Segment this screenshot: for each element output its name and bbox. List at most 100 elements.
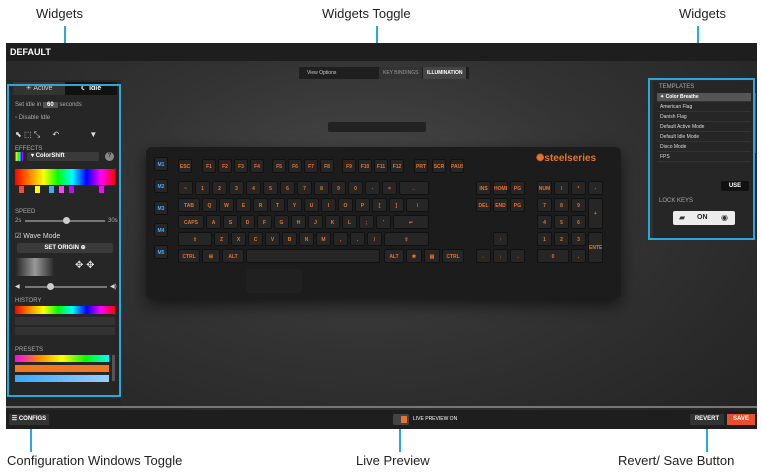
keyboard-key[interactable]: F8 bbox=[320, 159, 334, 173]
keyboard-key[interactable]: L bbox=[342, 215, 357, 229]
keyboard-key[interactable]: M3 bbox=[154, 201, 168, 215]
keyboard-key[interactable]: P bbox=[355, 198, 370, 212]
keyboard-key[interactable]: ⇧ bbox=[178, 232, 212, 246]
keyboard-key[interactable]: HOME bbox=[493, 181, 508, 195]
keyboard-key[interactable]: M1 bbox=[154, 157, 168, 171]
keyboard-key[interactable]: END bbox=[493, 198, 508, 212]
tab-key-bindings[interactable]: KEY BINDINGS bbox=[379, 67, 423, 79]
keyboard-key[interactable]: ✱ bbox=[406, 249, 422, 263]
arrow-key[interactable]: ↑ bbox=[493, 232, 508, 246]
keyboard-key[interactable]: ← bbox=[399, 181, 429, 195]
keyboard-key[interactable]: [ bbox=[372, 198, 387, 212]
keyboard-key[interactable]: * bbox=[571, 181, 586, 195]
keyboard-key[interactable]: F bbox=[257, 215, 272, 229]
keyboard-key[interactable]: X bbox=[231, 232, 246, 246]
keyboard-key[interactable]: H bbox=[291, 215, 306, 229]
keyboard-key[interactable]: F5 bbox=[272, 159, 286, 173]
keyboard-key[interactable]: F11 bbox=[374, 159, 388, 173]
keyboard-key[interactable]: NUM LOCK bbox=[537, 181, 552, 195]
live-preview-toggle[interactable] bbox=[393, 414, 409, 425]
keyboard-key[interactable]: TAB bbox=[178, 198, 200, 212]
keyboard-key[interactable]: M4 bbox=[154, 223, 168, 237]
keyboard-key[interactable]: O bbox=[338, 198, 353, 212]
keyboard-key[interactable]: W bbox=[219, 198, 234, 212]
keyboard-key[interactable]: 5 bbox=[263, 181, 278, 195]
keyboard-key[interactable]: PAUSE bbox=[450, 159, 464, 173]
keyboard-key[interactable]: PG UP bbox=[510, 181, 525, 195]
keyboard-key[interactable]: 9 bbox=[331, 181, 346, 195]
keyboard-key[interactable]: D bbox=[240, 215, 255, 229]
keyboard-key[interactable]: 9 bbox=[571, 198, 586, 212]
keyboard-key[interactable]: 5 bbox=[554, 215, 569, 229]
keyboard-key[interactable]: 3 bbox=[229, 181, 244, 195]
keyboard-key[interactable]: ALT bbox=[384, 249, 404, 263]
keyboard-key[interactable]: A bbox=[206, 215, 221, 229]
keyboard-key[interactable]: T bbox=[270, 198, 285, 212]
keyboard-key[interactable]: 6 bbox=[280, 181, 295, 195]
arrow-key[interactable]: ← bbox=[476, 249, 491, 263]
keyboard-key[interactable]: F12 bbox=[390, 159, 404, 173]
keyboard-key[interactable]: F3 bbox=[234, 159, 248, 173]
keyboard-key[interactable]: PG DN bbox=[510, 198, 525, 212]
keyboard-key[interactable]: J bbox=[308, 215, 323, 229]
keyboard-key[interactable]: 8 bbox=[554, 198, 569, 212]
revert-button[interactable]: REVERT bbox=[690, 414, 724, 425]
keyboard-key[interactable]: ESC bbox=[178, 159, 192, 173]
keyboard-key[interactable]: CAPS bbox=[178, 215, 204, 229]
keyboard-key[interactable]: ALT bbox=[222, 249, 244, 263]
keyboard-key[interactable]: V bbox=[265, 232, 280, 246]
keyboard-key[interactable]: 0 bbox=[537, 249, 569, 263]
keyboard-key[interactable]: ' bbox=[376, 215, 391, 229]
keyboard-key[interactable]: 6 bbox=[571, 215, 586, 229]
keyboard-key[interactable]: 2 bbox=[554, 232, 569, 246]
keyboard-key[interactable]: ↵ bbox=[393, 215, 429, 229]
keyboard-key[interactable]: 0 bbox=[348, 181, 363, 195]
keyboard-key[interactable]: - bbox=[365, 181, 380, 195]
keyboard-key[interactable]: M bbox=[316, 232, 331, 246]
keyboard-key[interactable]: 2 bbox=[212, 181, 227, 195]
keyboard-key[interactable]: PRT SCR bbox=[414, 159, 428, 173]
keyboard-key[interactable]: ⇧ bbox=[384, 232, 429, 246]
keyboard-key[interactable]: 3 bbox=[571, 232, 586, 246]
keyboard-key[interactable]: ; bbox=[359, 215, 374, 229]
keyboard-key[interactable]: F1 bbox=[202, 159, 216, 173]
keyboard-key[interactable]: S bbox=[223, 215, 238, 229]
keyboard-key[interactable]: 1 bbox=[195, 181, 210, 195]
keyboard-key[interactable]: F9 bbox=[342, 159, 356, 173]
keyboard-key[interactable]: M5 bbox=[154, 245, 168, 259]
keyboard-key[interactable]: N bbox=[299, 232, 314, 246]
keyboard-key[interactable]: Z bbox=[214, 232, 229, 246]
keyboard-key[interactable]: K bbox=[325, 215, 340, 229]
keyboard-key[interactable]: 4 bbox=[246, 181, 261, 195]
keyboard-key[interactable]: DEL bbox=[476, 198, 491, 212]
keyboard-key[interactable]: F10 bbox=[358, 159, 372, 173]
keyboard-key[interactable]: I bbox=[321, 198, 336, 212]
keyboard-key[interactable]: - bbox=[588, 181, 603, 195]
keyboard-key[interactable]: F4 bbox=[250, 159, 264, 173]
spacebar-key[interactable] bbox=[246, 249, 380, 263]
keyboard-key[interactable]: G bbox=[274, 215, 289, 229]
keyboard-key[interactable]: M2 bbox=[154, 179, 168, 193]
arrow-key[interactable]: ↓ bbox=[493, 249, 508, 263]
keyboard-key[interactable]: Y bbox=[287, 198, 302, 212]
keyboard-key[interactable]: / bbox=[367, 232, 382, 246]
keyboard-key[interactable]: INS bbox=[476, 181, 491, 195]
keyboard-key[interactable]: SCR LOCK bbox=[432, 159, 446, 173]
keyboard-key[interactable]: 7 bbox=[537, 198, 552, 212]
keyboard-key[interactable]: CTRL bbox=[178, 249, 200, 263]
keyboard-key[interactable]: C bbox=[248, 232, 263, 246]
keyboard-key[interactable]: 7 bbox=[297, 181, 312, 195]
keyboard-key[interactable]: . bbox=[350, 232, 365, 246]
keyboard-key[interactable]: ⊞ bbox=[202, 249, 220, 263]
keyboard-key[interactable]: 8 bbox=[314, 181, 329, 195]
keyboard-key[interactable]: = bbox=[382, 181, 397, 195]
keyboard-key[interactable]: 4 bbox=[537, 215, 552, 229]
keyboard-key[interactable]: ~ bbox=[178, 181, 193, 195]
save-button[interactable]: SAVE bbox=[727, 414, 755, 425]
keyboard-key[interactable]: 1 bbox=[537, 232, 552, 246]
keyboard-key[interactable]: . bbox=[571, 249, 586, 263]
keyboard-key[interactable]: B bbox=[282, 232, 297, 246]
keyboard-key[interactable]: F2 bbox=[218, 159, 232, 173]
keyboard-key[interactable]: CTRL bbox=[442, 249, 464, 263]
configs-button[interactable]: ☰ CONFIGS bbox=[9, 414, 49, 425]
